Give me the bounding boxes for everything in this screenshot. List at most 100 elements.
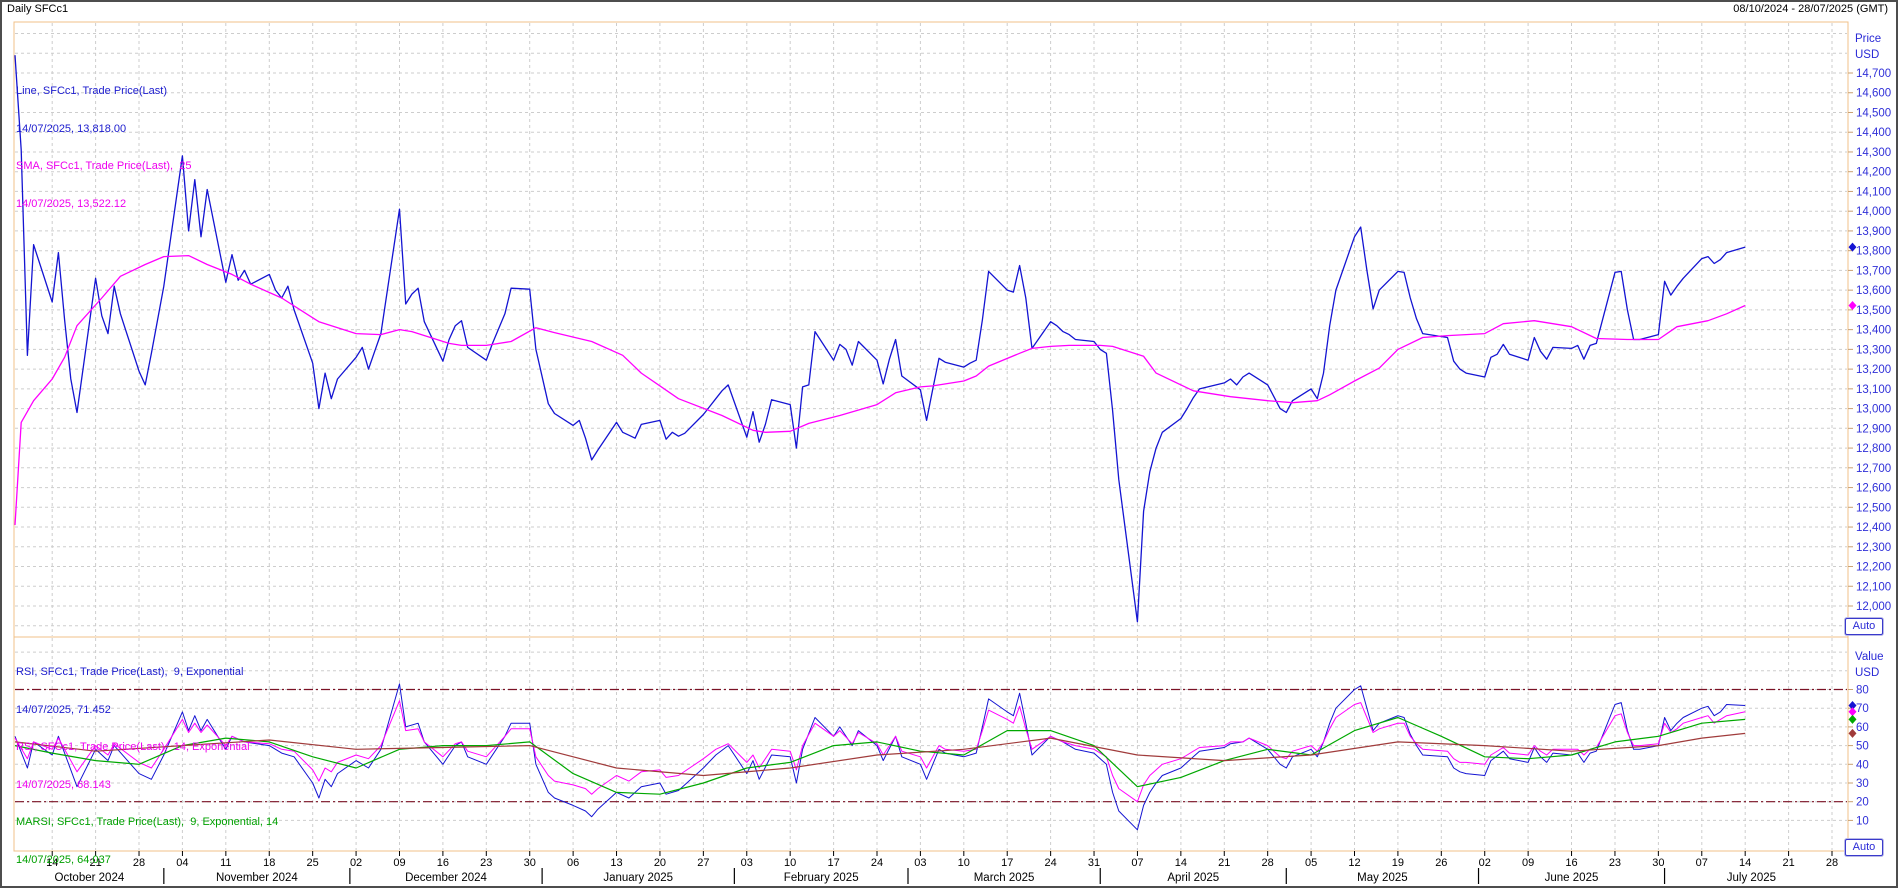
price-axis-title-line2: USD: [1855, 47, 1881, 63]
svg-text:12,000: 12,000: [1856, 601, 1891, 613]
svg-text:09: 09: [1522, 857, 1534, 869]
rsi9-legend-value: 14/07/2025, 71.452: [16, 704, 284, 717]
svg-text:14: 14: [1739, 857, 1751, 869]
price-axis-labels: 14,700 14,600 14,500 14,400 14,300 14,200 14,1…: [1848, 68, 1891, 613]
marsi9-legend-series: MARSI, SFCc1, Trade Price(Last), 9, Expo…: [16, 816, 284, 829]
rsi14-legend-series: RSI, SFCc1, Trade Price(Last), 14, Expon…: [16, 741, 284, 754]
svg-text:28: 28: [1826, 857, 1838, 869]
svg-text:13,400: 13,400: [1856, 325, 1891, 337]
svg-text:14,200: 14,200: [1856, 167, 1891, 179]
svg-text:13,500: 13,500: [1856, 305, 1891, 317]
svg-text:07: 07: [1696, 857, 1708, 869]
value-axis-title-line1: Value: [1855, 649, 1884, 665]
svg-text:10: 10: [958, 857, 970, 869]
svg-text:60: 60: [1856, 722, 1869, 734]
svg-text:June 2025: June 2025: [1545, 872, 1599, 884]
svg-text:02: 02: [350, 857, 362, 869]
svg-text:09: 09: [393, 857, 405, 869]
svg-text:May 2025: May 2025: [1357, 872, 1408, 884]
svg-text:07: 07: [1131, 857, 1143, 869]
svg-text:12,200: 12,200: [1856, 562, 1891, 574]
svg-text:21: 21: [1782, 857, 1794, 869]
value-axis-title: Value USD: [1855, 649, 1884, 681]
svg-text:13,900: 13,900: [1856, 226, 1891, 238]
svg-text:23: 23: [480, 857, 492, 869]
svg-text:10: 10: [784, 857, 796, 869]
svg-text:70: 70: [1856, 703, 1869, 715]
svg-text:50: 50: [1856, 741, 1869, 753]
svg-text:12,300: 12,300: [1856, 542, 1891, 554]
svg-text:14,000: 14,000: [1856, 206, 1891, 218]
svg-text:March 2025: March 2025: [974, 872, 1035, 884]
svg-text:17: 17: [1001, 857, 1013, 869]
chart-window: Daily SFCc1 08/10/2024 - 28/07/2025 (GMT…: [0, 0, 1898, 888]
svg-text:14,300: 14,300: [1856, 147, 1891, 159]
svg-text:13: 13: [610, 857, 622, 869]
svg-text:14,500: 14,500: [1856, 108, 1891, 120]
value-auto-button[interactable]: Auto: [1845, 839, 1883, 856]
svg-text:19: 19: [1392, 857, 1404, 869]
svg-text:April 2025: April 2025: [1167, 872, 1219, 884]
svg-text:December 2024: December 2024: [405, 872, 487, 884]
sma-line: [15, 256, 1745, 525]
svg-text:28: 28: [1262, 857, 1274, 869]
sma-legend-series: SMA, SFCc1, Trade Price(Last), 25: [16, 160, 191, 173]
svg-text:12,100: 12,100: [1856, 581, 1891, 593]
svg-text:30: 30: [524, 857, 536, 869]
chart-canvas[interactable]: 14,700 14,600 14,500 14,400 14,300 14,200 14,1…: [0, 0, 1898, 888]
svg-text:30: 30: [1856, 778, 1869, 790]
svg-text:14,400: 14,400: [1856, 127, 1891, 139]
svg-text:16: 16: [437, 857, 449, 869]
svg-text:14: 14: [1175, 857, 1187, 869]
rsi14-legend-value: 14/07/2025, 68.143: [16, 779, 284, 792]
svg-text:06: 06: [567, 857, 579, 869]
svg-text:13,700: 13,700: [1856, 265, 1891, 277]
svg-text:25: 25: [307, 857, 319, 869]
svg-text:20: 20: [1856, 797, 1869, 809]
svg-text:23: 23: [1609, 857, 1621, 869]
svg-text:02: 02: [1479, 857, 1491, 869]
svg-text:40: 40: [1856, 759, 1869, 771]
svg-text:24: 24: [871, 857, 883, 869]
price-legend-series: Line, SFCc1, Trade Price(Last): [16, 85, 191, 98]
rsi9-legend-series: RSI, SFCc1, Trade Price(Last), 9, Expone…: [16, 666, 284, 679]
svg-text:14,600: 14,600: [1856, 88, 1891, 100]
gridlines: [15, 23, 1847, 850]
svg-text:24: 24: [1045, 857, 1057, 869]
svg-text:12,400: 12,400: [1856, 522, 1891, 534]
svg-text:July 2025: July 2025: [1727, 872, 1776, 884]
value-axis-title-line2: USD: [1855, 665, 1884, 681]
svg-text:13,600: 13,600: [1856, 285, 1891, 297]
svg-text:14,700: 14,700: [1856, 68, 1891, 80]
svg-text:13,800: 13,800: [1856, 246, 1891, 258]
svg-text:10: 10: [1856, 815, 1869, 827]
price-legend-value: 14/07/2025, 13,818.00: [16, 123, 191, 136]
marsi9-legend-value: 14/07/2025, 64.037: [16, 854, 284, 867]
rsi-threshold-lines: [15, 690, 1847, 802]
svg-text:13,300: 13,300: [1856, 344, 1891, 356]
rsi-legend: RSI, SFCc1, Trade Price(Last), 9, Expone…: [16, 641, 284, 888]
svg-text:12: 12: [1348, 857, 1360, 869]
svg-text:14,100: 14,100: [1856, 186, 1891, 198]
price-axis-title: Price USD: [1855, 31, 1881, 63]
svg-text:80: 80: [1856, 685, 1869, 697]
price-line: [15, 55, 1745, 622]
svg-text:13,100: 13,100: [1856, 384, 1891, 396]
price-auto-button[interactable]: Auto: [1845, 618, 1883, 635]
sma-legend-value: 14/07/2025, 13,522.12: [16, 198, 191, 211]
svg-text:January 2025: January 2025: [603, 872, 673, 884]
svg-text:16: 16: [1565, 857, 1577, 869]
svg-text:20: 20: [654, 857, 666, 869]
svg-text:26: 26: [1435, 857, 1447, 869]
svg-text:27: 27: [697, 857, 709, 869]
svg-text:13,200: 13,200: [1856, 364, 1891, 376]
svg-text:30: 30: [1652, 857, 1664, 869]
svg-text:12,900: 12,900: [1856, 423, 1891, 435]
svg-text:05: 05: [1305, 857, 1317, 869]
svg-text:21: 21: [1218, 857, 1230, 869]
svg-text:17: 17: [827, 857, 839, 869]
svg-text:12,600: 12,600: [1856, 483, 1891, 495]
svg-text:12,800: 12,800: [1856, 443, 1891, 455]
panel-frames: [14, 22, 1848, 851]
svg-text:03: 03: [741, 857, 753, 869]
